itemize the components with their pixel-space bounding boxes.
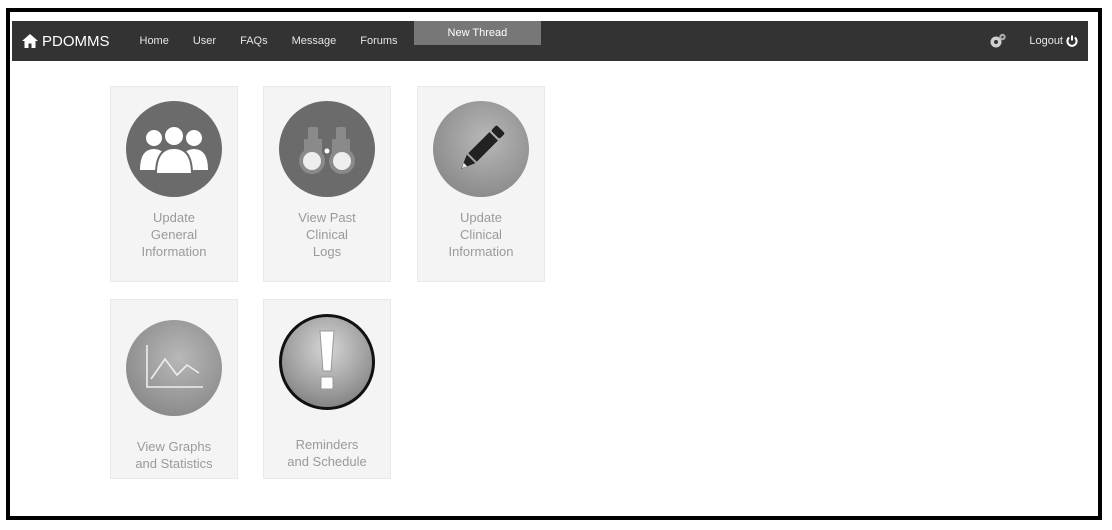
tile-reminders-and-schedule[interactable]: Reminders and Schedule bbox=[263, 299, 391, 479]
brand[interactable]: PDOMMS bbox=[22, 21, 110, 61]
nav-home[interactable]: Home bbox=[140, 21, 169, 61]
navbar-right: Logout bbox=[989, 21, 1088, 61]
tile-label-line: Information bbox=[141, 244, 207, 259]
tile-label-line: Update bbox=[153, 210, 195, 225]
line-graph-icon bbox=[126, 320, 222, 416]
nav-forums[interactable]: Forums bbox=[360, 21, 397, 61]
top-navbar: PDOMMS Home User FAQs Message Forums New… bbox=[12, 21, 1088, 61]
tile-label-line: Reminders bbox=[295, 437, 359, 452]
users-icon bbox=[126, 101, 222, 197]
tile-label-line: Clinical bbox=[306, 227, 348, 242]
tile-update-general-information[interactable]: Update General Information bbox=[110, 86, 238, 282]
tile-label: View Past Clinical Logs bbox=[272, 209, 382, 260]
tile-label-line: Clinical bbox=[460, 227, 502, 242]
brand-name: PDOMMS bbox=[42, 32, 110, 50]
pencil-icon bbox=[433, 101, 529, 197]
tile-update-clinical-information[interactable]: Update Clinical Information bbox=[417, 86, 545, 282]
tile-label-line: Update bbox=[460, 210, 502, 225]
nav-new-thread[interactable]: New Thread bbox=[413, 21, 542, 45]
tile-label: Reminders and Schedule bbox=[272, 436, 382, 470]
tile-view-past-clinical-logs[interactable]: View Past Clinical Logs bbox=[263, 86, 391, 282]
tile-view-graphs-and-statistics[interactable]: View Graphs and Statistics bbox=[110, 299, 238, 479]
tile-label: Update Clinical Information bbox=[426, 209, 536, 260]
tile-label-line: and Statistics bbox=[135, 456, 213, 471]
settings-gear-icon[interactable] bbox=[989, 33, 1007, 49]
tile-label: Update General Information bbox=[119, 209, 229, 260]
tile-label-line: Logs bbox=[312, 244, 342, 259]
tile-label-line: General bbox=[150, 227, 198, 242]
nav-user[interactable]: User bbox=[193, 21, 216, 61]
logout-button[interactable]: Logout bbox=[1029, 35, 1078, 47]
binoculars-icon bbox=[279, 101, 375, 197]
exclamation-icon bbox=[279, 314, 375, 410]
tile-label-line: View Graphs bbox=[136, 439, 212, 454]
tile-label-line: View Past bbox=[298, 210, 356, 225]
home-icon bbox=[22, 34, 38, 48]
nav-message[interactable]: Message bbox=[292, 21, 337, 61]
nav-faqs[interactable]: FAQs bbox=[240, 21, 268, 61]
tile-label: View Graphs and Statistics bbox=[119, 438, 229, 472]
tile-label-line: and Schedule bbox=[287, 454, 367, 469]
power-icon bbox=[1066, 35, 1078, 47]
tile-label-line: Information bbox=[448, 244, 514, 259]
logout-label: Logout bbox=[1029, 35, 1063, 47]
